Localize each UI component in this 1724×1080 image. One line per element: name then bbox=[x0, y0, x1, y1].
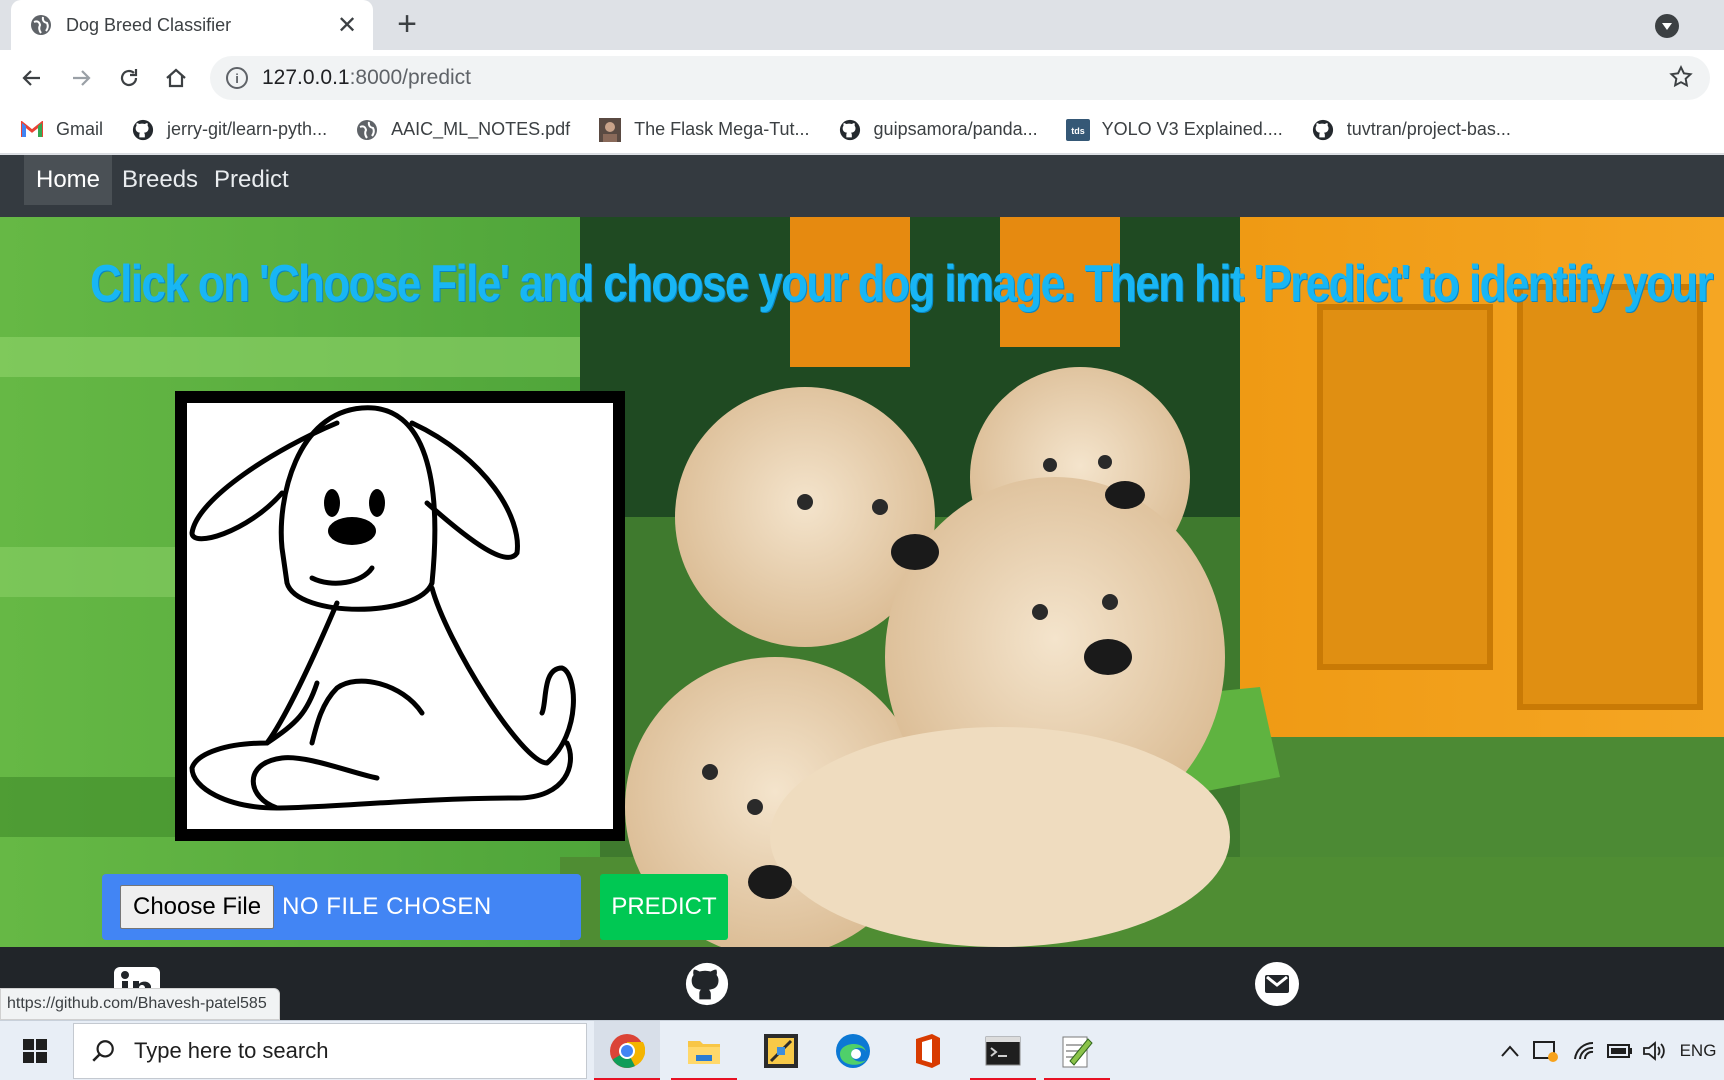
terminal-icon bbox=[985, 1036, 1021, 1066]
back-arrow-icon bbox=[22, 70, 40, 86]
forward-button[interactable] bbox=[63, 60, 99, 96]
bookmarks-bar: Gmail jerry-git/learn-pyth... AAIC_ML_NO… bbox=[0, 106, 1724, 154]
chevron-up-icon bbox=[1501, 1045, 1519, 1057]
globe-icon bbox=[31, 15, 51, 35]
avatar-icon bbox=[598, 117, 622, 142]
browser-toolbar: i 127.0.0.1 :8000/predict bbox=[0, 50, 1724, 106]
bookmark-yolo[interactable]: tds YOLO V3 Explained.... bbox=[1065, 118, 1283, 142]
hero-section: Click on 'Choose File' and choose your d… bbox=[0, 217, 1724, 947]
home-icon bbox=[166, 68, 186, 88]
bookmark-star-icon[interactable] bbox=[1668, 64, 1694, 90]
notepad-app-icon bbox=[1062, 1036, 1093, 1068]
bookmark-pandas[interactable]: guipsamora/panda... bbox=[838, 118, 1038, 142]
taskbar-search-box[interactable]: Type here to search bbox=[73, 1023, 587, 1079]
github-link[interactable] bbox=[684, 961, 730, 1007]
instruction-headline: Click on 'Choose File' and choose your d… bbox=[90, 255, 1724, 313]
site-navbar: Home Breeds Predict bbox=[0, 155, 1724, 217]
show-hidden-icons-button[interactable] bbox=[1496, 1021, 1524, 1080]
bookmark-label: The Flask Mega-Tut... bbox=[634, 119, 810, 139]
file-explorer-icon bbox=[688, 1041, 720, 1064]
home-button[interactable] bbox=[158, 60, 194, 96]
windows-taskbar: Type here to search ENG bbox=[0, 1020, 1724, 1080]
dog-placeholder-illustration bbox=[189, 405, 576, 811]
tab-search-icon[interactable] bbox=[1655, 14, 1679, 38]
windows-logo-icon bbox=[23, 1039, 47, 1063]
taskbar-notepad-app[interactable] bbox=[1044, 1021, 1110, 1080]
github-icon bbox=[131, 118, 155, 142]
nav-predict[interactable]: Predict bbox=[212, 155, 291, 205]
tab-strip: Dog Breed Classifier ✕ + bbox=[0, 0, 1724, 50]
office-icon bbox=[916, 1034, 940, 1068]
info-icon[interactable]: i bbox=[226, 67, 248, 89]
image-preview bbox=[187, 403, 613, 829]
forward-arrow-icon bbox=[73, 70, 91, 86]
github-icon bbox=[838, 118, 862, 142]
new-tab-button[interactable]: + bbox=[390, 7, 424, 42]
globe-icon bbox=[355, 118, 379, 142]
tab-title: Dog Breed Classifier bbox=[66, 14, 232, 35]
choose-file-button[interactable]: Choose File bbox=[120, 885, 275, 929]
address-bar[interactable]: i 127.0.0.1 :8000/predict bbox=[210, 56, 1710, 100]
github-icon bbox=[685, 962, 729, 1006]
edge-icon bbox=[836, 1034, 870, 1068]
tray-battery[interactable] bbox=[1604, 1021, 1636, 1080]
tds-badge-text: tds bbox=[1071, 126, 1085, 136]
taskbar-terminal[interactable] bbox=[970, 1021, 1036, 1080]
reload-icon bbox=[120, 69, 138, 87]
tray-update-indicator[interactable] bbox=[1530, 1021, 1562, 1080]
battery-icon bbox=[1607, 1044, 1632, 1058]
chrome-icon bbox=[610, 1034, 645, 1068]
url-path: :8000/predict bbox=[349, 66, 472, 89]
bookmark-label: guipsamora/panda... bbox=[873, 119, 1038, 139]
github-icon bbox=[1311, 118, 1335, 142]
browser-tab[interactable]: Dog Breed Classifier ✕ bbox=[11, 0, 373, 50]
bookmark-gmail[interactable]: Gmail bbox=[20, 118, 103, 142]
input-language-indicator[interactable]: ENG bbox=[1676, 1021, 1720, 1080]
bookmark-label: Gmail bbox=[56, 119, 104, 139]
bookmark-label: tuvtran/project-bas... bbox=[1346, 119, 1511, 139]
sticky-app-icon bbox=[764, 1034, 798, 1068]
file-upload-field: Choose File NO FILE CHOSEN bbox=[102, 874, 581, 940]
bookmark-label: AAIC_ML_NOTES.pdf bbox=[391, 119, 571, 139]
no-file-chosen-text: NO FILE CHOSEN bbox=[282, 893, 492, 920]
bookmark-aaic-notes[interactable]: AAIC_ML_NOTES.pdf bbox=[355, 118, 570, 142]
volume-icon bbox=[1643, 1041, 1665, 1061]
url-host: 127.0.0.1 bbox=[262, 66, 350, 89]
start-button[interactable] bbox=[0, 1021, 70, 1080]
taskbar-office[interactable] bbox=[895, 1021, 961, 1080]
gmail-icon bbox=[1255, 962, 1299, 1006]
predict-button[interactable]: PREDICT bbox=[600, 874, 728, 940]
nav-breeds[interactable]: Breeds bbox=[120, 155, 200, 205]
search-icon bbox=[92, 1040, 114, 1062]
search-placeholder: Type here to search bbox=[134, 1038, 329, 1063]
close-tab-icon[interactable]: ✕ bbox=[335, 11, 359, 40]
bookmark-project-based[interactable]: tuvtran/project-bas... bbox=[1311, 118, 1511, 142]
taskbar-edge[interactable] bbox=[820, 1021, 886, 1080]
taskbar-sticky-app[interactable] bbox=[748, 1021, 814, 1080]
status-bar-url: https://github.com/Bhavesh-patel585 bbox=[0, 988, 280, 1020]
bookmark-label: YOLO V3 Explained.... bbox=[1101, 119, 1283, 139]
tds-icon: tds bbox=[1065, 118, 1090, 142]
bookmark-label: jerry-git/learn-pyth... bbox=[167, 119, 328, 139]
tray-volume[interactable] bbox=[1638, 1021, 1670, 1080]
gmail-icon bbox=[20, 118, 44, 142]
back-button[interactable] bbox=[14, 60, 50, 96]
tray-wifi[interactable] bbox=[1568, 1021, 1600, 1080]
bookmark-flask-mega[interactable]: The Flask Mega-Tut... bbox=[598, 117, 810, 142]
taskbar-file-explorer[interactable] bbox=[671, 1021, 737, 1080]
bookmark-learn-python[interactable]: jerry-git/learn-pyth... bbox=[131, 118, 327, 142]
update-icon bbox=[1533, 1041, 1558, 1062]
image-preview-frame bbox=[175, 391, 625, 841]
gmail-link[interactable] bbox=[1254, 961, 1300, 1007]
taskbar-chrome[interactable] bbox=[594, 1021, 660, 1080]
wifi-icon bbox=[1574, 1041, 1594, 1060]
reload-button[interactable] bbox=[111, 60, 147, 96]
nav-home[interactable]: Home bbox=[24, 155, 113, 205]
